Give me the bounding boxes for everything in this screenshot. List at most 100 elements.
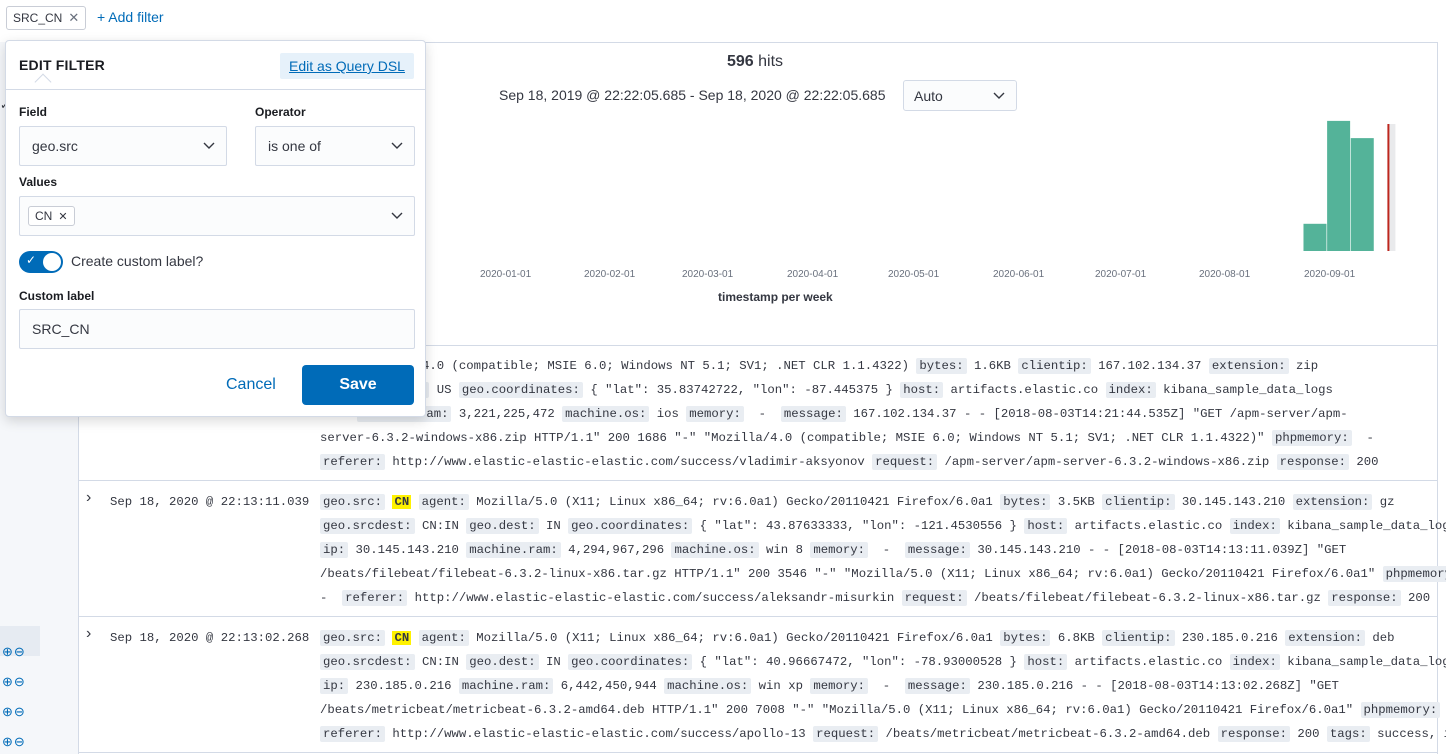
x-tick-label: 2020-03-01 (682, 269, 734, 280)
edit-as-query-dsl-link[interactable]: Edit as Query DSL (280, 53, 414, 79)
field-value: 4,294,967,296 (560, 543, 672, 557)
zoom-controls[interactable]: ⊕⊖ (2, 674, 26, 690)
field-value: zip (1288, 359, 1319, 373)
field-key: index: (1105, 382, 1156, 398)
field-value: artifacts.elastic.co (943, 383, 1106, 397)
document-line: /beats/metricbeat/metricbeat-6.3.2-amd64… (320, 698, 1441, 722)
field-key: request: (813, 726, 879, 742)
chevron-right-icon[interactable]: › (86, 625, 91, 643)
field-value: 167.102.134.37 (1090, 359, 1209, 373)
field-value: win 8 (758, 543, 811, 557)
field-value: success, info (1377, 727, 1446, 741)
field-value: gz (1372, 495, 1395, 509)
field-value: geo.src (32, 138, 78, 154)
values-combobox[interactable]: CN ✕ (19, 196, 415, 236)
field-value: 200 (1289, 727, 1327, 741)
field-key: machine.ram: (458, 678, 554, 694)
field-key: geo.dest: (466, 518, 539, 534)
zoom-controls[interactable]: ⊕⊖ (2, 644, 26, 660)
cancel-button[interactable]: Cancel (226, 376, 276, 394)
field-value: 30.145.143.210 (348, 543, 467, 557)
field-key: ip: (320, 678, 349, 694)
custom-label-value: SRC_CN (32, 321, 90, 337)
document-line: /beats/filebeat/filebeat-6.3.2-linux-x86… (320, 562, 1446, 586)
field-value: server-6.3.2-windows-x86.zip HTTP/1.1" 2… (320, 431, 1272, 445)
field-key: phpmemory: (1360, 702, 1441, 718)
x-tick-label: 2020-02-01 (584, 269, 636, 280)
document-line: 4.37 machine.ram: 3,221,225,472 machine.… (320, 402, 1420, 426)
chevron-down-icon (202, 138, 215, 152)
field-value: win xp (751, 679, 811, 693)
field-value: kibana_sample_data_logs (1155, 383, 1333, 397)
histogram-bar[interactable] (1350, 138, 1374, 251)
field-value: 230.185.0.216 (1174, 631, 1286, 645)
field-value: 200 (1349, 455, 1379, 469)
field-value: IN (538, 655, 569, 669)
field-key: bytes: (1000, 630, 1051, 646)
field-value: { "lat": 35.83742722, "lon": -87.445375 … (582, 383, 901, 397)
field-key: tags: (1326, 726, 1370, 742)
field-value: ios (649, 407, 687, 421)
field-select[interactable]: geo.src (19, 126, 227, 166)
field-value: artifacts.elastic.co (1067, 519, 1230, 533)
document-line: geo.srcdest: CN:IN geo.dest: IN geo.coor… (320, 514, 1446, 538)
document-line: server-6.3.2-windows-x86.zip HTTP/1.1" 2… (320, 426, 1420, 450)
operator-select[interactable]: is one of (255, 126, 415, 166)
document-line: ent: Mozilla/4.0 (compatible; MSIE 6.0; … (320, 354, 1420, 378)
x-axis-title: timestamp per week (718, 290, 833, 304)
field-value (411, 631, 418, 645)
field-key: referer: (342, 590, 408, 606)
field-value: IN (538, 519, 569, 533)
histogram-bar[interactable] (1327, 120, 1351, 251)
custom-label-input[interactable]: SRC_CN (19, 309, 415, 349)
field-value: 6,442,450,944 (553, 679, 665, 693)
field-label: Field (19, 105, 48, 119)
field-value: /beats/filebeat/filebeat-6.3.2-linux-x86… (320, 567, 1383, 581)
field-key: extension: (1285, 630, 1366, 646)
row-divider (78, 616, 1438, 617)
operator-label: Operator (255, 105, 306, 119)
field-key: geo.coordinates: (568, 654, 693, 670)
field-key: index: (1229, 654, 1280, 670)
field-value: Mozilla/5.0 (X11; Linux x86_64; rv:6.0a1… (468, 495, 1001, 509)
field-key: response: (1328, 590, 1401, 606)
field-key: phpmemory: (1382, 566, 1446, 582)
document-timestamp: Sep 18, 2020 @ 22:13:11.039 (110, 495, 310, 509)
highlighted-value: CN (392, 495, 412, 509)
field-key: machine.ram: (466, 542, 561, 558)
close-icon[interactable]: ✕ (58, 210, 67, 223)
histogram-bar[interactable] (1303, 223, 1327, 251)
field-value: deb (1365, 631, 1395, 645)
custom-label-toggle-label: Create custom label? (71, 253, 204, 269)
field-key: geo.srcdest: (320, 654, 415, 670)
field-value: /apm-server/apm-server-6.3.2-windows-x86… (937, 455, 1277, 469)
field-key: referer: (320, 454, 386, 470)
zoom-controls[interactable]: ⊕⊖ (2, 734, 26, 750)
save-button[interactable]: Save (302, 365, 414, 405)
field-value: { "lat": 43.87633333, "lon": -121.453055… (692, 519, 1025, 533)
document-line: geo.src: CN agent: Mozilla/5.0 (X11; Lin… (320, 490, 1420, 514)
document-line: ip: 30.145.143.210 machine.ram: 4,294,96… (320, 538, 1420, 562)
field-value: http://www.elastic-elastic-elastic.com/s… (385, 455, 873, 469)
field-key: request: (901, 590, 967, 606)
field-value: { "lat": 40.96667472, "lon": -78.9300052… (692, 655, 1025, 669)
field-key: geo.coordinates: (458, 382, 583, 398)
check-icon: ✓ (26, 253, 37, 267)
field-value: CN:IN (414, 519, 467, 533)
chevron-down-icon (390, 138, 403, 152)
document-timestamp: Sep 18, 2020 @ 22:13:02.268 (110, 631, 310, 645)
x-tick-label: 2020-05-01 (888, 269, 940, 280)
chevron-right-icon[interactable]: › (86, 489, 91, 507)
field-value: 1.6KB (966, 359, 1019, 373)
document-line: N:US geo.dest: US geo.coordinates: { "la… (320, 378, 1420, 402)
field-value: kibana_sample_data_logs (1279, 655, 1446, 669)
x-tick-label: 2020-08-01 (1199, 269, 1251, 280)
document-line: referer: http://www.elastic-elastic-elas… (320, 450, 1420, 474)
zoom-controls[interactable]: ⊕⊖ (2, 704, 26, 720)
value-chip-label: CN (35, 209, 53, 223)
document-source: ent: Mozilla/4.0 (compatible; MSIE 6.0; … (320, 354, 1420, 474)
document-line: - referer: http://www.elastic-elastic-el… (320, 586, 1430, 610)
value-chip[interactable]: CN ✕ (28, 206, 75, 226)
custom-label-toggle[interactable]: ✓ (19, 251, 63, 273)
operator-value: is one of (268, 138, 321, 154)
